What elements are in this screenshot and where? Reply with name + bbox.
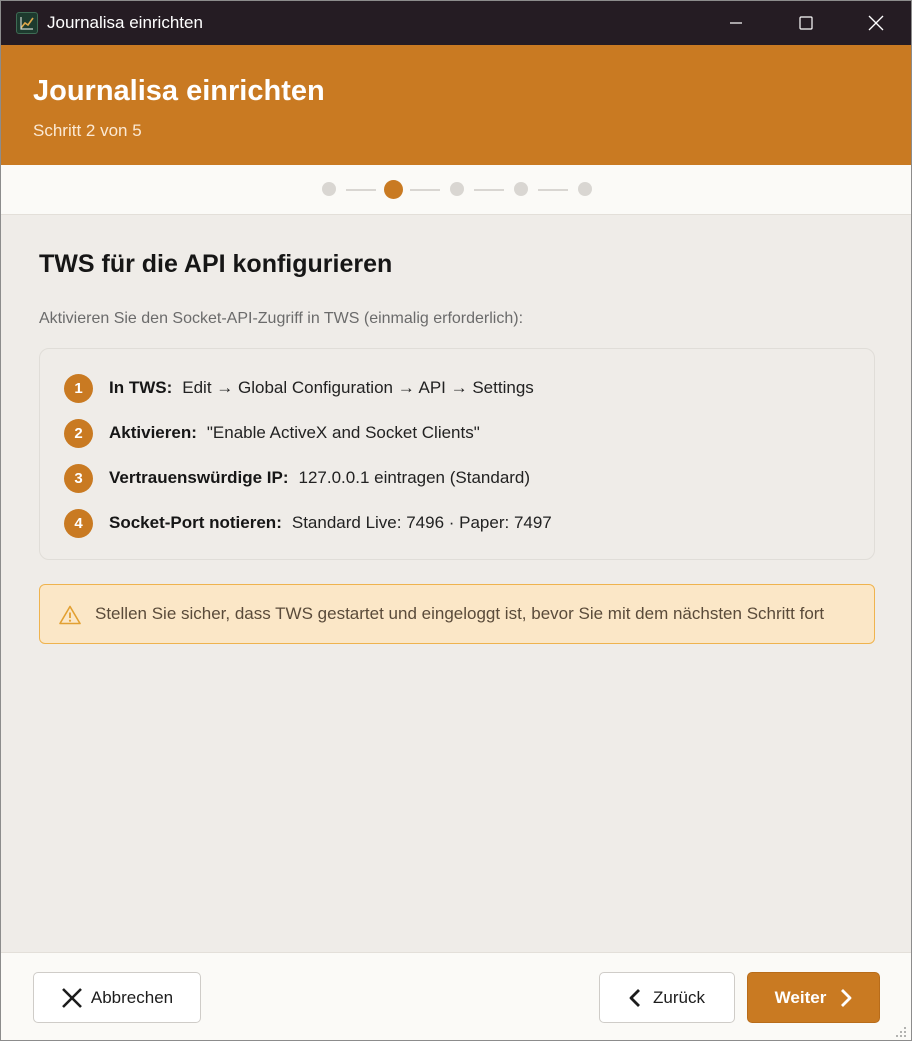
instruction-step: 1 In TWS: Edit → Global Configuration → …: [64, 373, 534, 403]
minimize-icon: [730, 22, 742, 24]
window-title: Journalisa einrichten: [47, 13, 203, 32]
step-counter: Schritt 2 von 5: [33, 121, 142, 140]
step-text: Standard Live: 7496 · Paper: 7497: [291, 513, 552, 532]
title-bar[interactable]: Journalisa einrichten: [1, 1, 911, 45]
x-icon: [61, 987, 82, 1008]
wizard-header: Journalisa einrichten Schritt 2 von 5: [1, 45, 911, 165]
step-label: Socket-Port notieren:: [109, 513, 282, 532]
step-label: Aktivieren:: [109, 423, 197, 442]
maximize-icon: [799, 16, 813, 30]
resize-grip-icon[interactable]: [893, 1024, 907, 1038]
chart-app-icon: [16, 12, 38, 34]
step-text: 127.0.0.1 eintragen (Standard): [298, 468, 531, 487]
step-dot: [322, 182, 336, 196]
instruction-step: 3 Vertrauenswürdige IP: 127.0.0.1 eintra…: [64, 463, 530, 493]
step-number-badge: 3: [64, 463, 93, 493]
setup-wizard-window: Journalisa einrichten Journalisa einrich…: [0, 0, 912, 1041]
cancel-button-label: Abbrechen: [90, 987, 174, 1007]
step-dot: [578, 182, 592, 196]
maximize-button[interactable]: [771, 1, 841, 45]
step-connector: [346, 189, 376, 191]
page-title: TWS für die API konfigurieren: [39, 250, 393, 278]
step-label: Vertrauenswürdige IP:: [109, 468, 289, 487]
step-label: In TWS:: [109, 378, 173, 397]
close-icon: [868, 15, 884, 31]
instruction-step: 2 Aktivieren: "Enable ActiveX and Socket…: [64, 418, 480, 448]
wizard-footer: Abbrechen Zurück Weiter: [1, 952, 911, 1040]
back-button-label: Zurück: [653, 987, 705, 1007]
step-number-badge: 2: [64, 418, 93, 448]
step-text: "Enable ActiveX and Socket Clients": [206, 423, 480, 442]
back-button[interactable]: Zurück: [599, 972, 735, 1023]
warning-banner: Stellen Sie sicher, dass TWS gestartet u…: [39, 584, 875, 644]
next-button[interactable]: Weiter: [747, 972, 880, 1023]
step-connector: [474, 189, 504, 191]
instruction-card: 1 In TWS: Edit → Global Configuration → …: [39, 348, 875, 560]
page-description: Aktivieren Sie den Socket-API-Zugriff in…: [39, 310, 524, 327]
step-dot: [450, 182, 464, 196]
step-dot-active: [383, 179, 403, 199]
step-connector: [410, 189, 440, 191]
step-indicator: [1, 165, 911, 215]
step-connector: [538, 189, 568, 191]
warning-triangle-icon: [59, 605, 81, 625]
step-text: Edit → Global Configuration → API → Sett…: [182, 378, 534, 397]
chevron-right-icon: [841, 988, 852, 1007]
warning-text: Stellen Sie sicher, dass TWS gestartet u…: [95, 604, 825, 623]
instruction-step: 4 Socket-Port notieren: Standard Live: 7…: [64, 508, 552, 538]
chevron-left-icon: [629, 988, 641, 1007]
step-number-badge: 4: [64, 508, 93, 538]
close-button[interactable]: [841, 1, 911, 45]
next-button-label: Weiter: [774, 987, 827, 1007]
minimize-button[interactable]: [701, 1, 771, 45]
step-dot: [514, 182, 528, 196]
cancel-button[interactable]: Abbrechen: [33, 972, 201, 1023]
wizard-title: Journalisa einrichten: [33, 75, 325, 107]
step-number-badge: 1: [64, 373, 93, 403]
